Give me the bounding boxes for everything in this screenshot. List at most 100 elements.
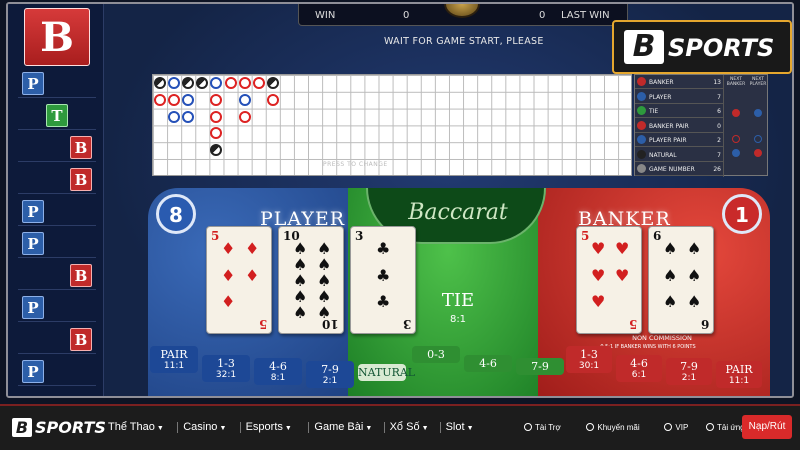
nav-item-0[interactable]: Thể Thao ▼ [108, 421, 164, 433]
side-bet-46[interactable]: 4-6 8:1 [254, 358, 302, 385]
stat-count: 0 [717, 122, 721, 130]
bead-road-grid[interactable]: PRESS TO CHANGE [152, 74, 632, 176]
stat-row: BANKER 13 [635, 75, 723, 89]
stat-label: NATURAL [649, 151, 677, 159]
card-rank-bottom: 5 [628, 317, 637, 331]
nav-item-4[interactable]: Xổ Số ▼ [390, 421, 429, 433]
bead-dot [210, 127, 223, 140]
next-player-bead-icon[interactable] [754, 109, 762, 117]
road-row: B [18, 262, 96, 290]
nav-item-label: Game Bài [314, 421, 364, 433]
road-row: B [18, 166, 96, 194]
nav-separator [239, 422, 241, 433]
side-bet-label: PAIR [160, 348, 188, 361]
playing-card: 6 6 ♠ ♠ ♠ ♠ ♠ ♠ [648, 226, 714, 334]
nav-item-2[interactable]: Esports ▼ [246, 421, 292, 433]
stat-row: TIE 6 [635, 104, 723, 118]
road-row: B [18, 326, 96, 354]
side-bet-label: 1-3 [217, 357, 235, 370]
next-player-small-icon [754, 149, 762, 157]
side-bet-79[interactable]: 7-9 2:1 [666, 358, 712, 385]
side-bet-odds: 11:1 [163, 361, 185, 371]
nav-item-label: Esports [245, 421, 283, 433]
suit-pip-icon: ♥ [591, 265, 606, 285]
side-bet-46[interactable]: 4-6 [464, 355, 512, 372]
no-commission-label: NON COMMISSION [632, 334, 692, 342]
road-row: B [18, 134, 96, 162]
side-bet-odds: 11:1 [728, 376, 750, 386]
site-logo[interactable]: B SPORTS [12, 418, 106, 437]
deposit-withdraw-button[interactable]: Nạp/Rút [742, 415, 792, 439]
stats-panel: NEXT BANKER NEXT PLAYER BANKER 13 PLAYER 7 T… [634, 74, 768, 177]
side-bet-label: PAIR [725, 363, 753, 376]
bead-dot [154, 93, 166, 106]
nav-util-2[interactable]: VIP [664, 423, 688, 432]
bead-dot [182, 93, 195, 106]
suit-pip-icon: ♣ [376, 239, 391, 258]
card-rank: 3 [355, 229, 364, 243]
nav-item-label: Xổ Số [389, 421, 420, 433]
road-chip: P [22, 232, 44, 255]
tie-label: TIE [441, 290, 475, 311]
next-banker-big-eye-icon [732, 135, 740, 143]
press-to-change[interactable]: PRESS TO CHANGE [323, 161, 388, 168]
next-banker-bead-icon[interactable] [732, 109, 740, 117]
chevron-down-icon: ▼ [156, 425, 164, 432]
road-chip: P [22, 200, 44, 223]
table-logo: Baccarat [408, 200, 508, 225]
suit-pip-icon: ♦ [221, 292, 236, 312]
playing-card: 5 5 ♦ ♦ ♦ ♦ ♦ [206, 226, 272, 334]
card-rank-bottom: 6 [700, 317, 709, 331]
stat-icon [637, 135, 646, 144]
nav-util-label: Khuyến mãi [597, 423, 640, 432]
nav-separator [439, 422, 441, 433]
last-result-badge: B [24, 8, 90, 66]
nav-item-label: Slot [445, 421, 465, 433]
side-bet-79[interactable]: 7-9 [516, 358, 564, 375]
side-bet-79[interactable]: 7-9 2:1 [306, 361, 354, 388]
side-bet-natural[interactable]: NATURAL [358, 364, 415, 381]
side-bet-pair[interactable]: PAIR 11:1 [150, 346, 198, 373]
card-rank-bottom: 5 [258, 317, 267, 331]
nav-item-label: Thể Thao [108, 421, 155, 433]
stat-icon [637, 120, 646, 130]
nav-item-5[interactable]: Slot ▼ [446, 421, 474, 433]
nav-separator [308, 422, 310, 433]
bead-dot [238, 93, 251, 106]
baccarat-game-window: B PTBBPPBPBP WIN 0 0 LAST WIN WAIT FOR G… [6, 2, 794, 398]
side-bet-pair[interactable]: PAIR 11:1 [716, 361, 762, 388]
bead-dot [238, 110, 251, 123]
side-bet-13[interactable]: 1-3 32:1 [202, 355, 250, 382]
promo-icon [586, 423, 595, 431]
suit-pip-icon: ♠ [687, 292, 702, 312]
nav-item-1[interactable]: Casino ▼ [183, 421, 226, 433]
side-bet-13[interactable]: 1-3 30:1 [566, 346, 612, 373]
side-bet-odds: 30:1 [578, 361, 600, 371]
chevron-down-icon: ▼ [421, 425, 429, 432]
stat-label: BANKER PAIR [649, 122, 689, 130]
suit-pip-icon: ♥ [591, 239, 606, 258]
site-nav-bar: B SPORTS Thể Thao ▼ Casino ▼ Esports ▼ Game Bài… [0, 404, 800, 450]
side-bets: PAIR 11:1 1-3 32:1 4-6 8:1 7-9 2:1 NATURAL 0-3 4-6… [148, 346, 770, 396]
side-bet-odds: 6:1 [631, 370, 647, 380]
stat-row: PLAYER 7 [635, 90, 723, 104]
road-row: P [18, 70, 96, 98]
road-chip: B [70, 168, 92, 191]
side-bet-46[interactable]: 4-6 6:1 [616, 355, 662, 382]
stat-row: PLAYER PAIR 2 [635, 133, 723, 147]
chevron-down-icon: ▼ [284, 425, 292, 432]
nav-util-0[interactable]: Tài Trợ [524, 423, 561, 432]
side-bet-03[interactable]: 0-3 [412, 346, 460, 363]
nav-item-3[interactable]: Game Bài ▼ [314, 421, 372, 433]
road-chip: P [22, 360, 44, 383]
bead-dot [210, 144, 223, 157]
stat-row: GAME NUMBER 26 [635, 162, 723, 176]
nav-util-1[interactable]: Khuyến mãi [586, 423, 640, 432]
suit-pip-icon: ♣ [376, 292, 391, 312]
brand-badge-text: SPORTS [668, 34, 775, 62]
suit-pip-icon: ♦ [245, 265, 260, 285]
road-row: P [18, 358, 96, 386]
side-bet-label: 7-9 [680, 360, 698, 373]
playing-card: 5 5 ♥ ♥ ♥ ♥ ♥ [576, 226, 642, 334]
road-row: P [18, 294, 96, 322]
